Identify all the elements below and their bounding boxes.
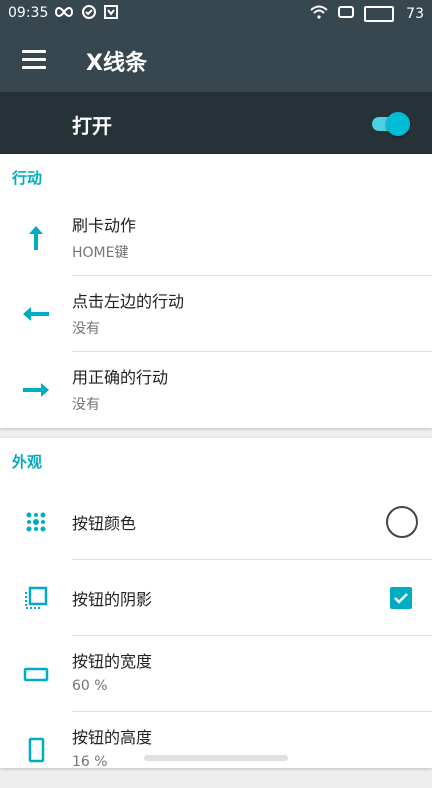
list-item-button-height[interactable]: 按钮的高度 16 %	[0, 712, 432, 788]
page-title: X线条	[86, 51, 147, 76]
item-value: 没有	[72, 321, 100, 337]
width-icon	[20, 658, 52, 690]
item-value: HOME键	[72, 245, 129, 261]
arrow-left-icon	[20, 298, 52, 330]
color-dots-icon	[20, 506, 52, 538]
item-title: 按钮颜色	[72, 514, 137, 533]
menu-icon[interactable]	[22, 50, 46, 70]
battery-icon	[364, 6, 395, 22]
item-value: 没有	[72, 397, 100, 413]
infinity-icon	[54, 6, 74, 22]
list-item-button-width[interactable]: 按钮的宽度 60 %	[0, 636, 432, 712]
item-title: 按钮的宽度	[72, 652, 153, 671]
wifi-icon	[310, 5, 328, 23]
color-picker-circle[interactable]	[386, 506, 418, 538]
master-switch-label: 打开	[72, 114, 112, 138]
appearance-section: 外观 按钮颜色 按钮的阴影 按钮的宽度 60 % 按钮的高度 16 %	[0, 438, 432, 770]
item-title: 用正确的行动	[72, 368, 169, 387]
list-item-right-tap-action[interactable]: 用正确的行动 没有	[0, 352, 432, 428]
section-header-appearance: 外观	[12, 453, 43, 471]
shadow-checkbox[interactable]	[390, 587, 412, 609]
height-icon	[20, 734, 52, 766]
gesture-bar[interactable]	[144, 755, 288, 761]
list-item-button-shadow[interactable]: 按钮的阴影	[0, 560, 432, 636]
item-title: 点击左边的行动	[72, 292, 185, 311]
item-title: 刷卡动作	[72, 216, 137, 235]
shield-icon	[104, 5, 118, 23]
status-bar: 09:35 73	[0, 0, 432, 28]
list-item-swipe-action[interactable]: 刷卡动作 HOME键	[0, 200, 432, 276]
list-item-left-tap-action[interactable]: 点击左边的行动 没有	[0, 276, 432, 352]
battery-level: 73	[406, 6, 424, 22]
screen-icon	[338, 5, 355, 23]
section-header-actions: 行动	[12, 169, 43, 187]
arrow-right-icon	[20, 374, 52, 406]
shadow-icon	[20, 582, 52, 614]
arrow-up-icon	[20, 222, 52, 254]
master-switch-bar[interactable]: 打开	[0, 92, 432, 154]
app-bar: X线条	[0, 28, 432, 92]
actions-section: 行动 刷卡动作 HOME键 点击左边的行动 没有 用正确的行动 没有	[0, 154, 432, 428]
master-toggle[interactable]	[372, 112, 410, 136]
status-time: 09:35	[8, 5, 49, 21]
item-title: 按钮的阴影	[72, 590, 153, 609]
item-value: 60 %	[72, 678, 108, 694]
check-circle-icon	[82, 5, 96, 23]
item-title: 按钮的高度	[72, 728, 153, 747]
list-item-button-color[interactable]: 按钮颜色	[0, 484, 432, 560]
